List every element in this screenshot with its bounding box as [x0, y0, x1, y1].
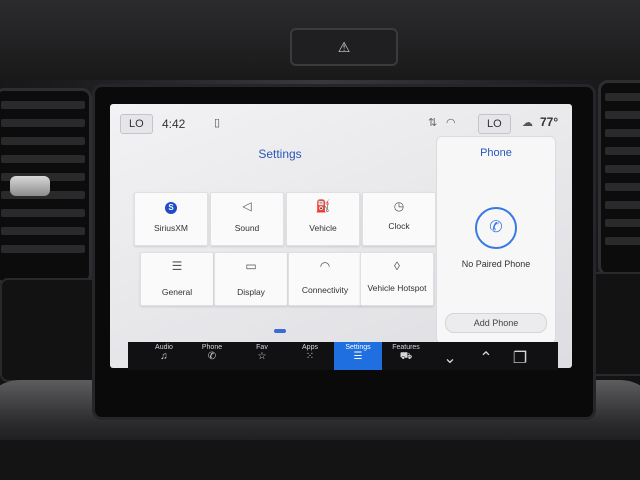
dock-label: Settings [345, 344, 371, 351]
speaker-icon: ◁ [242, 199, 252, 213]
dock-apps[interactable]: Apps ⁙ [286, 342, 334, 370]
phone-icon[interactable]: ✆ [475, 207, 517, 249]
tile-vehicle[interactable]: ⛽ Vehicle [286, 192, 360, 246]
vehicle-icon: ⛽ [315, 199, 331, 213]
weather-icon: ☁ [522, 117, 533, 129]
tile-label: Display [237, 287, 265, 297]
clock-time: 4:42 [162, 117, 186, 131]
settings-title: Settings [258, 147, 302, 161]
tile-connectivity[interactable]: ◠ Connectivity [288, 252, 362, 306]
tile-label: Vehicle Hotspot [367, 283, 427, 293]
right-air-vent [598, 80, 640, 276]
phone-panel-title: Phone [480, 147, 512, 159]
add-phone-button[interactable]: Add Phone [445, 313, 547, 333]
dash-bottom [0, 440, 640, 480]
phone-device-icon: ▯ [214, 117, 221, 129]
vent-knob[interactable] [10, 176, 50, 196]
tile-label: General [161, 287, 193, 297]
recent-apps-icon[interactable]: ❐ [496, 348, 544, 376]
tile-label: Clock [388, 221, 410, 231]
bottom-dock: Audio ♫ Phone ✆ Fav ☆ Apps ⁙ Settings ☰ … [128, 342, 558, 370]
tile-label: Vehicle [309, 223, 337, 233]
star-icon: ☆ [257, 351, 267, 362]
dock-audio[interactable]: Audio ♫ [140, 342, 188, 370]
display-icon: ▭ [245, 259, 257, 273]
dock-label: Phone [201, 344, 223, 351]
tile-label: Connectivity [301, 285, 349, 295]
phone-panel: Phone ✆ No Paired Phone Add Phone [436, 136, 556, 344]
left-climate-button[interactable]: LO [120, 114, 153, 134]
dock-fav[interactable]: Fav ☆ [238, 342, 286, 370]
hotspot-icon: ◊ [394, 259, 400, 273]
tile-clock[interactable]: ◷ Clock [362, 192, 436, 246]
tile-label: SiriusXM [153, 223, 188, 233]
music-note-icon: ♫ [160, 351, 168, 362]
phone-icon: ✆ [207, 351, 217, 362]
sliders-icon: ☰ [171, 259, 183, 273]
hazard-icon: ⚠ [337, 38, 351, 55]
dock-label: Features [392, 344, 420, 351]
settings-sliders-icon: ☰ [353, 351, 363, 362]
tile-general[interactable]: ☰ General [140, 252, 214, 306]
status-bar: LO 4:42 ▯ ⇅ ◠ LO ☁ 77° [110, 104, 572, 138]
tile-sound[interactable]: ◁ Sound [210, 192, 284, 246]
page-indicator [274, 329, 286, 333]
wifi-icon: ◠ [319, 259, 331, 273]
dock-settings[interactable]: Settings ☰ [334, 342, 382, 370]
wifi-status-icon: ◠ [446, 117, 456, 129]
outside-temperature: 77° [540, 115, 559, 129]
tile-vehicle-hotspot[interactable]: ◊ Vehicle Hotspot [360, 252, 434, 306]
apps-grid-icon: ⁙ [305, 351, 315, 362]
phone-status-text: No Paired Phone [461, 259, 531, 269]
clock-icon: ◷ [393, 199, 405, 213]
dock-label: Apps [302, 344, 318, 351]
hazard-button[interactable]: ⚠ [290, 28, 398, 66]
signal-icon: ⇅ [428, 117, 438, 129]
dock-features[interactable]: Features ⛟ [382, 342, 430, 370]
right-climate-button[interactable]: LO [478, 114, 511, 134]
dock-phone[interactable]: Phone ✆ [188, 342, 236, 370]
left-dash-panel [0, 278, 104, 382]
dock-label: Audio [155, 344, 173, 351]
dock-label: Fav [256, 344, 268, 351]
tile-display[interactable]: ▭ Display [214, 252, 288, 306]
tile-siriusxm[interactable]: S SiriusXM [134, 192, 208, 246]
infotainment-screen: LO 4:42 ▯ ⇅ ◠ LO ☁ 77° Settings S Sirius… [110, 104, 572, 368]
tile-label: Sound [234, 223, 260, 233]
siriusxm-icon: S [165, 202, 177, 214]
car-features-icon: ⛟ [399, 351, 413, 362]
